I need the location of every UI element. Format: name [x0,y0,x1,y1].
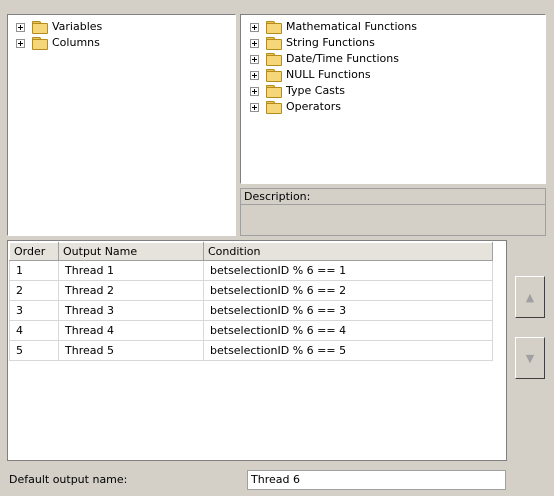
folder-icon [266,37,282,50]
condition-cell[interactable]: betselectionID % 6 == 3 [203,300,493,321]
order-cell[interactable]: 3 [9,300,59,321]
expand-icon[interactable] [250,38,259,48]
conditions-table: Order Output Name Condition 1 Thread 1 b… [9,242,493,361]
tree-item-label: Variables [52,20,103,33]
output-name-cell[interactable]: Thread 4 [58,320,204,341]
condition-cell[interactable]: betselectionID % 6 == 5 [203,340,493,361]
tree-item-label: String Functions [286,36,375,49]
output-name-cell[interactable]: Thread 3 [58,300,204,321]
order-cell[interactable]: 1 [9,260,59,281]
default-output-name-label: Default output name: [9,473,128,486]
tree-item-mathematical-functions[interactable]: Mathematical Functions [250,19,417,35]
tree-item-label: Type Casts [286,84,345,97]
expand-icon[interactable] [250,70,259,80]
tree-item-variables[interactable]: Variables [16,19,102,35]
expand-icon[interactable] [250,86,259,96]
expand-icon[interactable] [16,38,25,48]
tree-item-label: NULL Functions [286,68,371,81]
condition-cell[interactable]: betselectionID % 6 == 4 [203,320,493,341]
table-row[interactable]: 1 Thread 1 betselectionID % 6 == 1 [9,260,493,281]
folder-icon [266,53,282,66]
expand-icon[interactable] [16,22,25,32]
tree-item-null-functions[interactable]: NULL Functions [250,67,371,83]
output-name-cell[interactable]: Thread 5 [58,340,204,361]
arrow-up-icon: ▲ [525,290,535,304]
tree-item-columns[interactable]: Columns [16,35,100,51]
functions-tree[interactable]: Mathematical Functions String Functions … [240,14,546,184]
order-cell[interactable]: 4 [9,320,59,341]
tree-item-type-casts[interactable]: Type Casts [250,83,345,99]
tree-item-date-time-functions[interactable]: Date/Time Functions [250,51,399,67]
grid-header-row: Order Output Name Condition [9,242,493,261]
column-header-order[interactable]: Order [9,242,59,261]
move-up-button[interactable]: ▲ [515,276,545,318]
folder-icon [266,21,282,34]
folder-icon [266,85,282,98]
tree-item-label: Mathematical Functions [286,20,417,33]
expand-icon[interactable] [250,54,259,64]
folder-icon [32,37,48,50]
description-body [240,205,546,236]
arrow-down-icon: ▼ [525,351,535,365]
default-output-name-input[interactable]: Thread 6 [247,470,506,490]
tree-item-label: Operators [286,100,341,113]
tree-item-label: Columns [52,36,100,49]
folder-icon [266,101,282,114]
table-row[interactable]: 2 Thread 2 betselectionID % 6 == 2 [9,280,493,301]
order-cell[interactable]: 5 [9,340,59,361]
folder-icon [32,21,48,34]
tree-item-string-functions[interactable]: String Functions [250,35,375,51]
order-cell[interactable]: 2 [9,280,59,301]
tree-item-label: Date/Time Functions [286,52,399,65]
variables-columns-tree[interactable]: Variables Columns [7,14,236,236]
condition-cell[interactable]: betselectionID % 6 == 2 [203,280,493,301]
output-name-cell[interactable]: Thread 1 [58,260,204,281]
condition-cell[interactable]: betselectionID % 6 == 1 [203,260,493,281]
move-down-button[interactable]: ▼ [515,337,545,379]
output-name-cell[interactable]: Thread 2 [58,280,204,301]
tree-item-operators[interactable]: Operators [250,99,341,115]
expand-icon[interactable] [250,102,259,112]
description-header: Description: [240,188,546,205]
column-header-condition[interactable]: Condition [203,242,493,261]
folder-icon [266,69,282,82]
column-header-output-name[interactable]: Output Name [58,242,204,261]
table-row[interactable]: 3 Thread 3 betselectionID % 6 == 3 [9,300,493,321]
table-row[interactable]: 5 Thread 5 betselectionID % 6 == 5 [9,340,493,361]
expand-icon[interactable] [250,22,259,32]
table-row[interactable]: 4 Thread 4 betselectionID % 6 == 4 [9,320,493,341]
